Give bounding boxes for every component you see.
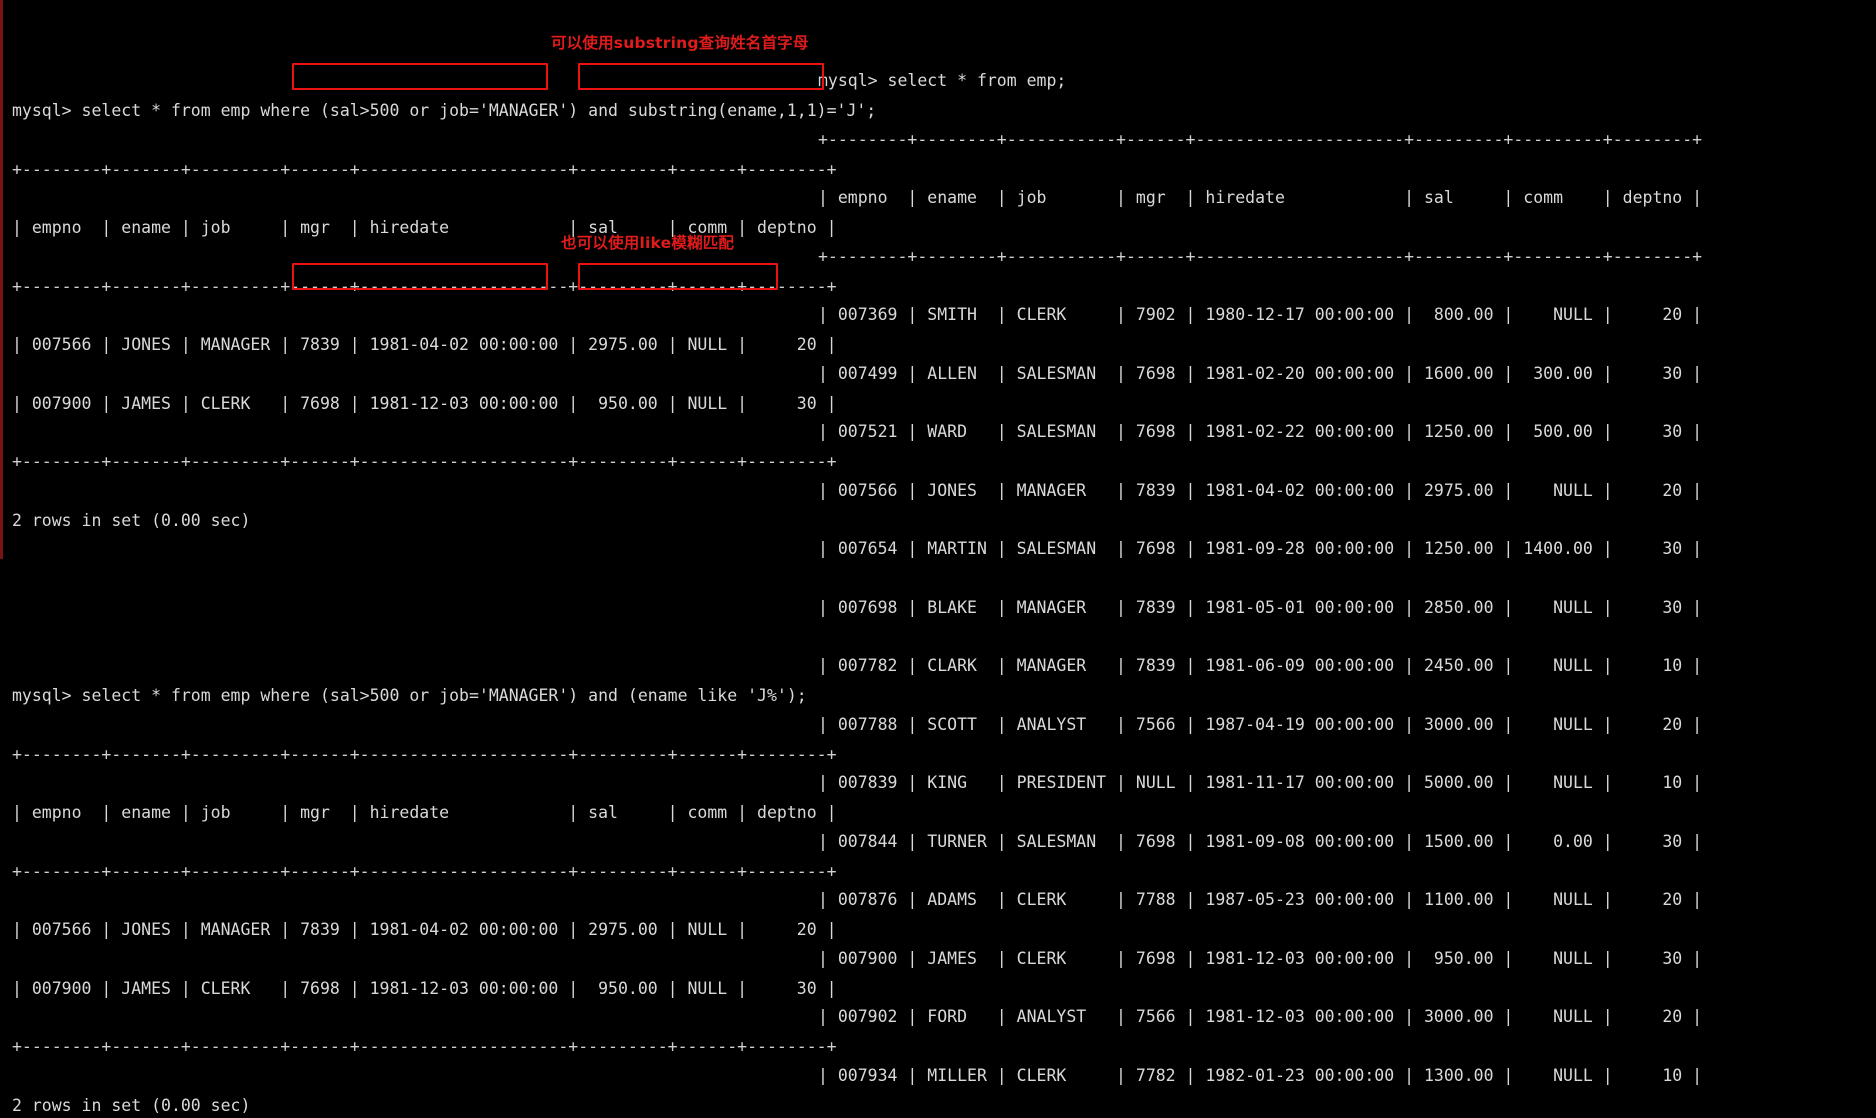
left-q2-rule-top: +--------+-------+---------+------+-----… [12, 744, 837, 764]
left-spacer-1 [12, 569, 876, 589]
table-row: | 007902 | FORD | ANALYST | 7566 | 1981-… [818, 1007, 1703, 1026]
left-q1-status: 2 rows in set (0.00 sec) [12, 510, 251, 530]
table-row: | 007566 | JONES | MANAGER | 7839 | 1981… [12, 335, 837, 354]
left-terminal-pane[interactable]: mysql> select * from emp where (sal>500 … [12, 62, 876, 1118]
right-terminal-pane[interactable]: mysql> select * from emp; +--------+----… [818, 32, 1702, 1118]
left-query-2-line[interactable]: mysql> select * from emp where (sal>500 … [12, 686, 876, 706]
left-q1-rule-bottom: +--------+-------+---------+------+-----… [12, 452, 837, 471]
left-query-1-text: mysql> select * from emp where (sal>500 … [12, 101, 877, 120]
table-row: | 007782 | CLARK | MANAGER | 7839 | 1981… [818, 656, 1703, 675]
annotation-like: 也可以使用like模糊匹配 [561, 234, 735, 252]
right-rule-mid: +--------+--------+-----------+------+--… [818, 246, 1703, 266]
left-query-2-text: mysql> select * from emp where (sal>500 … [12, 686, 807, 705]
left-q2-rule-mid: +--------+-------+---------+------+-----… [12, 861, 837, 881]
right-query-text: mysql> select * from emp; [818, 71, 1067, 90]
table-row: | 007876 | ADAMS | CLERK | 7788 | 1987-0… [818, 890, 1703, 909]
right-header: | empno | ename | job | mgr | hiredate |… [818, 188, 1703, 207]
left-q1-rule-mid: +--------+-------+---------+------+-----… [12, 276, 837, 296]
annotation-substring: 可以使用substring查询姓名首字母 [551, 34, 809, 52]
table-row: | 007788 | SCOTT | ANALYST | 7566 | 1987… [818, 714, 1703, 734]
left-q1-header: | empno | ename | job | mgr | hiredate |… [12, 218, 837, 237]
left-q2-status: 2 rows in set (0.00 sec) [12, 1095, 251, 1115]
table-row: | 007566 | JONES | MANAGER | 7839 | 1981… [12, 920, 837, 939]
table-row: | 007900 | JAMES | CLERK | 7698 | 1981-1… [12, 393, 837, 413]
right-rule-top: +--------+--------+-----------+------+--… [818, 129, 1703, 149]
table-row: | 007654 | MARTIN | SALESMAN | 7698 | 19… [818, 539, 1703, 558]
table-row: | 007499 | ALLEN | SALESMAN | 7698 | 198… [818, 363, 1703, 383]
table-row: | 007369 | SMITH | CLERK | 7902 | 1980-1… [818, 305, 1703, 324]
table-row: | 007900 | JAMES | CLERK | 7698 | 1981-1… [818, 948, 1703, 968]
left-q2-header: | empno | ename | job | mgr | hiredate |… [12, 803, 837, 822]
left-spacer-2 [12, 628, 876, 648]
left-query-1-line[interactable]: mysql> select * from emp where (sal>500 … [12, 101, 876, 121]
table-row: | 007521 | WARD | SALESMAN | 7698 | 1981… [818, 422, 1703, 441]
table-row: | 007934 | MILLER | CLERK | 7782 | 1982-… [818, 1065, 1703, 1085]
left-q1-rule-top: +--------+-------+---------+------+-----… [12, 159, 837, 179]
window-left-edge [0, 0, 3, 559]
table-row: | 007900 | JAMES | CLERK | 7698 | 1981-1… [12, 978, 837, 998]
table-row: | 007566 | JONES | MANAGER | 7839 | 1981… [818, 480, 1703, 500]
table-row: | 007839 | KING | PRESIDENT | NULL | 198… [818, 773, 1703, 792]
right-query-line[interactable]: mysql> select * from emp; [818, 71, 1702, 91]
terminal-screen: mysql> select * from emp where (sal>500 … [0, 0, 1876, 1115]
table-row: | 007844 | TURNER | SALESMAN | 7698 | 19… [818, 831, 1703, 851]
left-q2-rule-bottom: +--------+-------+---------+------+-----… [12, 1037, 837, 1056]
table-row: | 007698 | BLAKE | MANAGER | 7839 | 1981… [818, 597, 1703, 617]
